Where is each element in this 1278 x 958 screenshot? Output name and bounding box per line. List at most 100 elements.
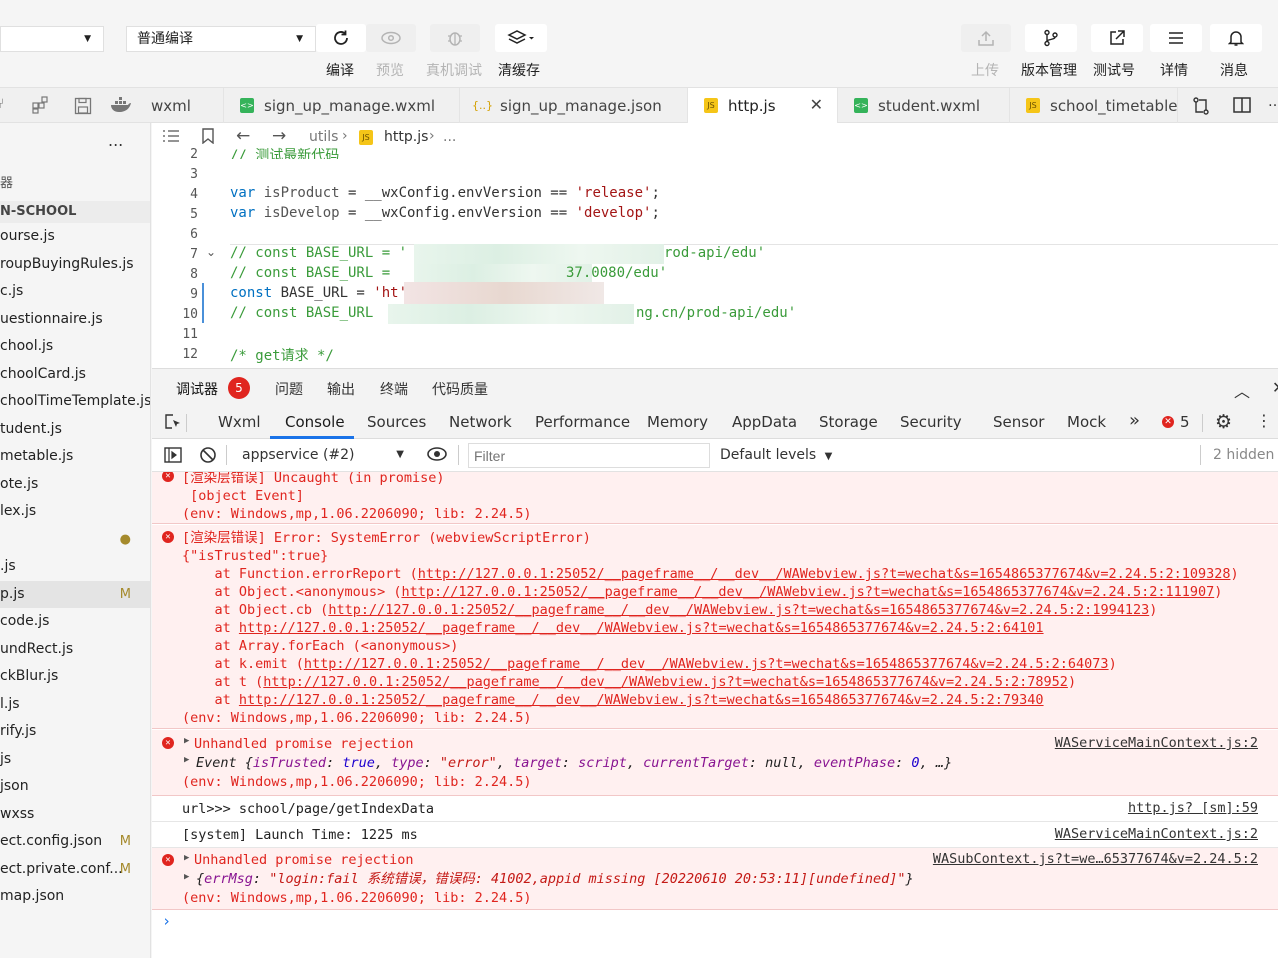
breadcrumb-more[interactable]: ... bbox=[443, 129, 456, 145]
file-tree-item[interactable]: js bbox=[0, 746, 150, 773]
error-count[interactable]: 5 bbox=[1180, 413, 1190, 431]
devtab-security[interactable]: Security bbox=[900, 413, 962, 431]
remote-debug-button[interactable] bbox=[430, 24, 480, 52]
devtab-performance[interactable]: Performance bbox=[535, 413, 630, 431]
tab-output[interactable]: 输出 bbox=[327, 379, 355, 399]
file-tree-item[interactable]: choolCard.js bbox=[0, 361, 150, 388]
file-tree-item[interactable]: l.js bbox=[0, 691, 150, 718]
event-object-preview[interactable]: Event {isTrusted: true, type: "error", t… bbox=[196, 754, 952, 772]
source-link[interactable]: WAServiceMainContext.js:2 bbox=[1055, 826, 1258, 842]
devtab-appdata[interactable]: AppData bbox=[732, 413, 797, 431]
forward-arrow-icon[interactable]: → bbox=[272, 126, 286, 146]
devtab-sources[interactable]: Sources bbox=[367, 413, 426, 431]
project-root[interactable]: N-SCHOOL bbox=[0, 201, 150, 223]
expand-triangle-icon[interactable]: ▶ bbox=[184, 736, 189, 746]
file-tree-item[interactable]: rify.js bbox=[0, 718, 150, 745]
source-link[interactable]: http.js? [sm]:59 bbox=[1128, 800, 1258, 816]
file-tree-item[interactable]: json bbox=[0, 773, 150, 800]
source-link[interactable]: WASubContext.js?t=we…65377674&v=2.24.5:2 bbox=[933, 851, 1258, 867]
split-editor-icon[interactable] bbox=[1233, 97, 1251, 117]
compile-mode-select[interactable]: 普通编译 ▼ bbox=[126, 26, 316, 52]
file-tree-item[interactable]: ect.private.conf... M bbox=[0, 856, 150, 883]
close-panel-icon[interactable]: ✕ bbox=[1272, 378, 1278, 397]
file-tree-item[interactable]: chool.js bbox=[0, 333, 150, 360]
file-tree-item[interactable]: wxss bbox=[0, 801, 150, 828]
tab-school-timetable[interactable]: JS school_timetable_ bbox=[1010, 88, 1178, 123]
messages-button[interactable] bbox=[1210, 24, 1262, 52]
live-expression-eye-icon[interactable] bbox=[426, 446, 448, 466]
more-tabs-icon[interactable]: » bbox=[1129, 410, 1140, 431]
devtab-storage[interactable]: Storage bbox=[819, 413, 878, 431]
breadcrumb-folder[interactable]: utils bbox=[309, 129, 338, 145]
context-select[interactable]: appservice (#2) ▼ bbox=[234, 443, 410, 467]
file-tree-item[interactable]: map.json bbox=[0, 883, 150, 910]
devtab-memory[interactable]: Memory bbox=[647, 413, 708, 431]
clear-cache-button[interactable] bbox=[495, 24, 547, 52]
details-button[interactable] bbox=[1150, 24, 1202, 52]
breadcrumb-file[interactable]: http.js bbox=[384, 129, 428, 145]
devtab-console[interactable]: Console bbox=[285, 413, 345, 431]
log-levels-select[interactable]: Default levels ▼ bbox=[720, 443, 832, 469]
error-object-preview[interactable]: {errMsg: "login:fail 系统错误，错误码: 41002,app… bbox=[196, 870, 914, 888]
file-tree-item[interactable]: lex.js bbox=[0, 498, 150, 525]
source-link[interactable]: WAServiceMainContext.js:2 bbox=[1055, 735, 1258, 751]
file-tree-item[interactable]: ote.js bbox=[0, 471, 150, 498]
file-tree-item[interactable]: ourse.js bbox=[0, 223, 150, 250]
stack-frame-link[interactable]: http://127.0.0.1:25052/__pageframe__/__d… bbox=[401, 584, 1214, 600]
file-tree-item[interactable]: undRect.js bbox=[0, 636, 150, 663]
devtab-sensor[interactable]: Sensor bbox=[993, 413, 1044, 431]
console-filter-input[interactable] bbox=[468, 443, 710, 468]
file-tree-item[interactable]: c.js bbox=[0, 278, 150, 305]
tab-sign-up-manage-wxml[interactable]: <> sign_up_manage.wxml bbox=[224, 88, 460, 123]
stack-frame-link[interactable]: http://127.0.0.1:25052/__pageframe__/__d… bbox=[418, 566, 1231, 582]
sidebar-toggle-icon[interactable] bbox=[164, 447, 182, 467]
preview-button[interactable] bbox=[366, 24, 416, 52]
extensions-icon[interactable] bbox=[32, 96, 50, 118]
tab-problems[interactable]: 问题 bbox=[275, 379, 303, 399]
console-prompt[interactable]: › bbox=[162, 912, 171, 930]
inspect-element-icon[interactable] bbox=[164, 413, 182, 435]
back-arrow-icon[interactable]: ← bbox=[236, 126, 250, 146]
devtab-wxml[interactable]: Wxml bbox=[218, 413, 261, 431]
expand-triangle-icon[interactable]: ▶ bbox=[184, 755, 189, 765]
tab-code-quality[interactable]: 代码质量 bbox=[432, 379, 488, 399]
file-tree-item[interactable]: metable.js bbox=[0, 443, 150, 470]
devtab-mock[interactable]: Mock bbox=[1067, 413, 1106, 431]
settings-gear-icon[interactable]: ⚙ bbox=[1215, 411, 1232, 433]
vertical-dots-icon[interactable]: ⋮ bbox=[1256, 411, 1272, 430]
upload-button[interactable] bbox=[961, 24, 1011, 52]
file-tree-item[interactable]: code.js bbox=[0, 608, 150, 635]
stack-frame-link[interactable]: http://127.0.0.1:25052/__pageframe__/__d… bbox=[239, 692, 1044, 708]
version-manage-button[interactable] bbox=[1025, 24, 1077, 52]
bookmark-icon[interactable] bbox=[201, 128, 215, 148]
git-icon[interactable]: ⑂ bbox=[0, 96, 4, 112]
file-tree-item[interactable]: ckBlur.js bbox=[0, 663, 150, 690]
fold-chevron-icon[interactable]: ⌄ bbox=[206, 245, 216, 259]
explorer-more-icon[interactable]: ... bbox=[108, 131, 123, 150]
stack-frame-link[interactable]: http://127.0.0.1:25052/__pageframe__/__d… bbox=[304, 656, 1109, 672]
file-tree-item[interactable]: ● bbox=[0, 526, 150, 553]
stack-frame-link[interactable]: http://127.0.0.1:25052/__pageframe__/__d… bbox=[263, 674, 1068, 690]
stack-frame-link[interactable]: http://127.0.0.1:25052/__pageframe__/__d… bbox=[239, 620, 1044, 636]
collapse-panel-icon[interactable]: ︿ bbox=[1234, 378, 1250, 402]
file-tree-item[interactable]: tudent.js bbox=[0, 416, 150, 443]
file-tree-item[interactable]: .js bbox=[0, 553, 150, 580]
file-tree-item[interactable]: uestionnaire.js bbox=[0, 306, 150, 333]
compare-icon[interactable] bbox=[1191, 96, 1211, 120]
file-tree-item[interactable]: choolTimeTemplate.js bbox=[0, 388, 150, 415]
outline-icon[interactable] bbox=[162, 129, 180, 147]
console-output[interactable]: ✕ [渲染层错误] Uncaught (in promise) [object … bbox=[152, 472, 1278, 958]
file-tree-item[interactable]: roupBuyingRules.js bbox=[0, 251, 150, 278]
compile-button[interactable] bbox=[316, 24, 366, 52]
code-editor[interactable]: ← → utils › JS http.js › ... 2 // 测试最新代码… bbox=[152, 123, 1278, 368]
tab-sign-up-manage-json[interactable]: {..} sign_up_manage.json bbox=[460, 88, 688, 123]
tab-terminal[interactable]: 终端 bbox=[380, 379, 408, 399]
more-actions-icon[interactable]: … bbox=[1268, 94, 1278, 110]
mode-select[interactable]: ▼ bbox=[0, 26, 104, 52]
tab-debugger[interactable]: 调试器 bbox=[176, 379, 218, 399]
expand-triangle-icon[interactable]: ▶ bbox=[184, 872, 189, 882]
close-icon[interactable]: ✕ bbox=[810, 95, 823, 114]
tab-http-js[interactable]: JS http.js ✕ bbox=[688, 88, 838, 123]
tab-student-wxml[interactable]: <> student.wxml bbox=[838, 88, 1010, 123]
clear-console-icon[interactable] bbox=[199, 446, 217, 468]
